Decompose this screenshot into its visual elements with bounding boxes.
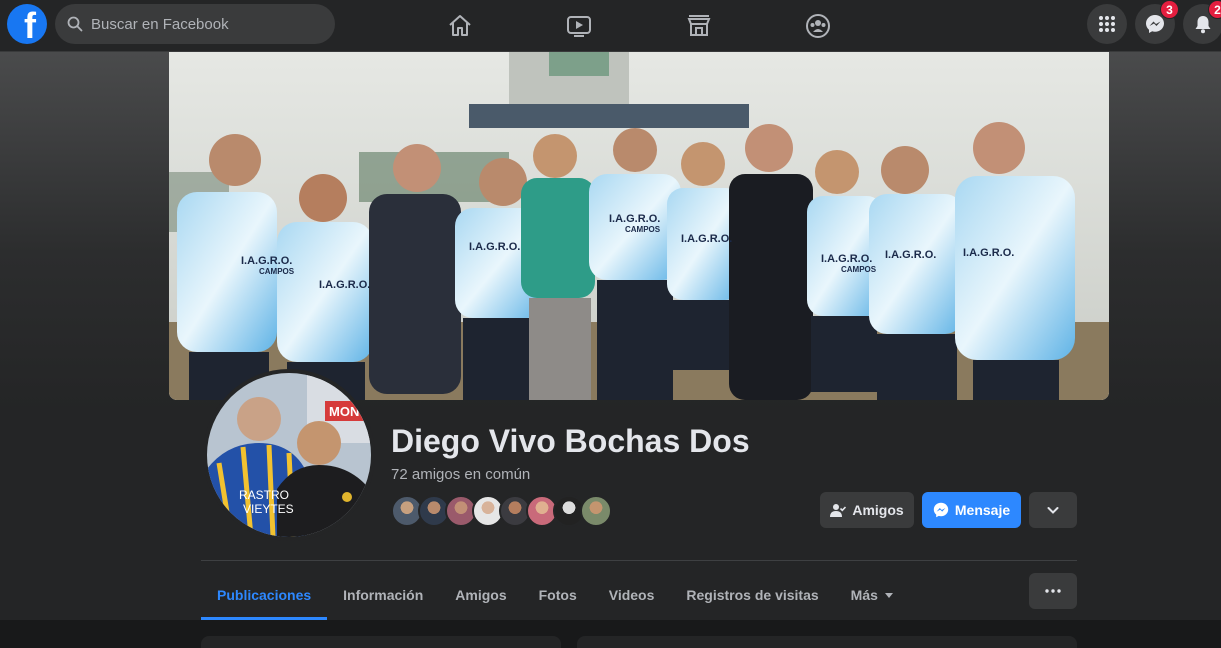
profile-avatar[interactable]: MON RASTRO VIEYTES xyxy=(203,369,375,541)
tab-publicaciones[interactable]: Publicaciones xyxy=(201,570,328,620)
tab-mas-label: Más xyxy=(850,587,878,603)
message-button-label: Mensaje xyxy=(954,502,1011,518)
tab-registros-de-visitas[interactable]: Registros de visitas xyxy=(670,570,834,620)
friend-check-icon xyxy=(830,504,847,517)
caret-down-icon xyxy=(884,592,893,598)
cover-photo-image: I.A.G.R.O. I.A.G.R.O. I.A.G.R.O. I.A.G.R… xyxy=(169,52,1109,400)
mutual-friend-avatar[interactable] xyxy=(580,495,612,527)
cover-photo[interactable]: I.A.G.R.O. I.A.G.R.O. I.A.G.R.O. I.A.G.R… xyxy=(169,52,1109,400)
notifications-button[interactable]: 2 xyxy=(1183,0,1221,44)
tab-amigos[interactable]: Amigos xyxy=(439,570,522,620)
tab-informacion[interactable]: Información xyxy=(327,570,439,620)
top-navigation-bar: f 3 2 xyxy=(0,0,1221,52)
messenger-icon xyxy=(933,502,949,518)
tab-fotos[interactable]: Fotos xyxy=(523,570,593,620)
messenger-icon xyxy=(1146,15,1164,33)
messenger-button[interactable]: 3 xyxy=(1135,0,1179,44)
avatar-sign-text: MON xyxy=(329,404,359,419)
notifications-badge: 2 xyxy=(1208,0,1221,19)
cover-jersey-text: I.A.G.R.O. xyxy=(963,247,1014,259)
mutual-friends-count[interactable]: 72 amigos en común xyxy=(391,466,530,483)
watch-icon xyxy=(567,16,591,37)
mutual-friends-avatars xyxy=(391,495,612,529)
cover-jersey-text: I.A.G.R.O. xyxy=(821,253,872,265)
profile-picture: MON RASTRO VIEYTES xyxy=(207,373,371,537)
menu-button[interactable] xyxy=(1087,4,1127,44)
profile-name: Diego Vivo Bochas Dos xyxy=(391,423,750,459)
tab-videos[interactable]: Videos xyxy=(593,570,671,620)
friends-button-label: Amigos xyxy=(852,502,904,518)
cover-jersey-subtext: CAMPOS xyxy=(841,265,877,274)
grid-menu-icon xyxy=(1099,16,1115,32)
cover-jersey-text: I.A.G.R.O. xyxy=(469,241,520,253)
cover-jersey-subtext: CAMPOS xyxy=(625,225,661,234)
message-button[interactable]: Mensaje xyxy=(922,492,1021,528)
avatar-shirt-text: RASTRO xyxy=(239,488,289,502)
nav-groups[interactable] xyxy=(763,6,873,46)
home-icon xyxy=(449,15,471,36)
nav-home[interactable] xyxy=(405,6,515,46)
cover-jersey-text: I.A.G.R.O. xyxy=(241,255,292,267)
search-box[interactable] xyxy=(55,4,335,44)
profile-tabs: Publicaciones Información Amigos Fotos V… xyxy=(201,570,909,620)
avatar-shirt-text: VIEYTES xyxy=(243,502,294,516)
cover-jersey-text: I.A.G.R.O. xyxy=(885,249,936,261)
chevron-down-icon xyxy=(1047,507,1059,514)
facebook-logo[interactable]: f xyxy=(7,4,47,44)
messenger-badge: 3 xyxy=(1160,0,1179,19)
ellipsis-icon xyxy=(1045,589,1061,593)
nav-marketplace[interactable] xyxy=(644,6,754,46)
search-input[interactable] xyxy=(91,15,311,33)
nav-watch[interactable] xyxy=(524,6,634,46)
bell-icon xyxy=(1195,16,1211,34)
cover-jersey-subtext: CAMPOS xyxy=(259,267,295,276)
tab-mas[interactable]: Más xyxy=(835,570,909,620)
header-divider xyxy=(201,560,1077,561)
intro-card xyxy=(201,636,561,648)
feed-card xyxy=(577,636,1077,648)
groups-icon xyxy=(806,14,830,38)
cover-jersey-text: I.A.G.R.O. xyxy=(681,233,732,245)
cover-jersey-text: I.A.G.R.O. xyxy=(609,213,660,225)
cover-jersey-text: I.A.G.R.O. xyxy=(319,279,370,291)
search-icon xyxy=(67,16,83,32)
more-actions-button[interactable] xyxy=(1029,492,1077,528)
friends-button[interactable]: Amigos xyxy=(820,492,914,528)
tabs-more-options-button[interactable] xyxy=(1029,573,1077,609)
marketplace-icon xyxy=(687,15,711,36)
